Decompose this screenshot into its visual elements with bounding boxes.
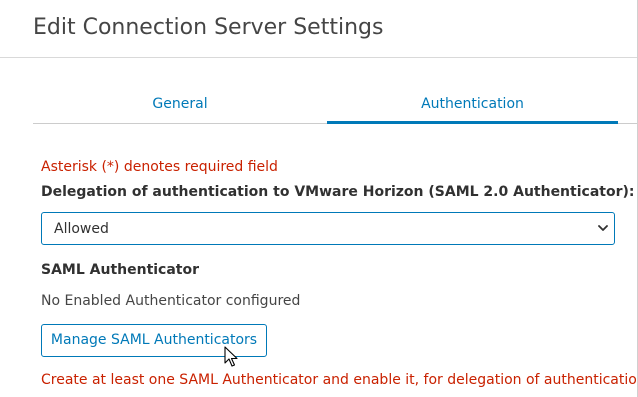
delegation-label: Delegation of authentication to VMware H…	[41, 184, 635, 200]
delegation-select[interactable]: Allowed	[41, 212, 615, 245]
tab-bar: General Authentication	[33, 88, 638, 124]
mouse-pointer-icon	[224, 346, 238, 367]
tab-authentication[interactable]: Authentication	[327, 88, 618, 124]
saml-authenticator-label: SAML Authenticator	[41, 262, 200, 278]
chevron-down-icon	[598, 225, 608, 231]
delegation-select-value: Allowed	[54, 221, 109, 237]
tab-general[interactable]: General	[33, 88, 327, 123]
edit-connection-server-dialog: Edit Connection Server Settings General …	[0, 0, 638, 397]
required-field-note: Asterisk (*) denotes required field	[41, 159, 278, 175]
dialog-title: Edit Connection Server Settings	[33, 15, 384, 40]
saml-status-text: No Enabled Authenticator configured	[41, 293, 301, 309]
saml-warning-text: Create at least one SAML Authenticator a…	[41, 372, 638, 388]
dialog-header: Edit Connection Server Settings	[0, 0, 638, 58]
